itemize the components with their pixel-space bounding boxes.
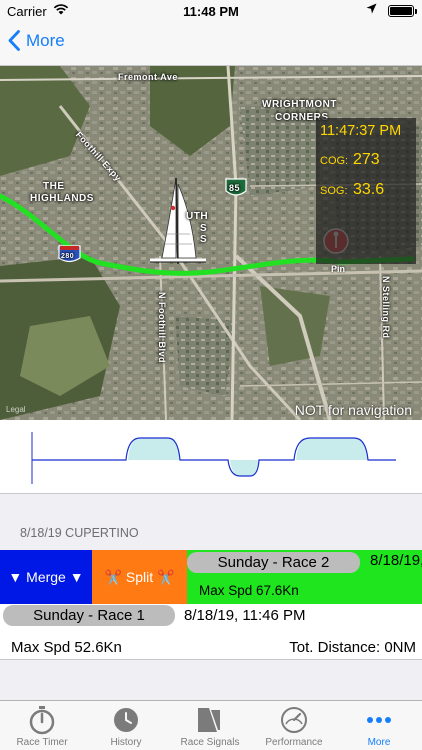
- map-label-south-frag: UTH: [186, 211, 209, 222]
- highway-280-label: 280: [61, 253, 75, 260]
- tab-race-timer[interactable]: Race Timer: [0, 701, 84, 750]
- race-row-swiped[interactable]: ▼ Merge ▼ ✂️ Split ✂️ Sunday - Race 2 8/…: [0, 550, 422, 604]
- map-view[interactable]: Fremont Ave WRIGHTMONT CORNERS Foothill …: [0, 66, 422, 420]
- gauge-icon: [252, 705, 336, 735]
- map-label-foothill-blvd: N Foothill Blvd: [157, 292, 167, 363]
- chevron-left-icon: [8, 30, 20, 51]
- race-max-speed: Max Spd 52.6Kn: [11, 639, 122, 656]
- tab-more[interactable]: More: [336, 701, 422, 750]
- race-name-pill: Sunday - Race 2: [187, 552, 360, 573]
- clock-icon: [84, 705, 168, 735]
- section-header: 8/18/19 CUPERTINO: [20, 526, 139, 540]
- pin-label: Pin: [331, 264, 346, 274]
- tab-label: Performance: [265, 737, 323, 748]
- navigation-bar: More: [0, 22, 422, 66]
- race-total-distance: Tot. Distance: 0NM: [289, 639, 416, 656]
- status-bar: Carrier 11:48 PM: [0, 0, 422, 22]
- race-row[interactable]: Sunday - Race 1 8/18/19, 11:46 PM Max Sp…: [0, 604, 422, 660]
- app-screen: Carrier 11:48 PM More Fremont Ave WRIGHT…: [0, 0, 422, 750]
- race-date: 8/18/19,: [370, 552, 422, 569]
- split-button[interactable]: ✂️ Split ✂️: [92, 550, 187, 604]
- telemetry-readout: 11:47:37 PM COG: 273 SOG: 33.6: [316, 118, 416, 264]
- more-dots-icon: [336, 705, 422, 735]
- tab-race-signals[interactable]: Race Signals: [168, 701, 252, 750]
- cog-value: 273: [353, 151, 380, 168]
- sog-value: 33.6: [353, 181, 385, 198]
- race-date: 8/18/19, 11:46 PM: [184, 607, 306, 624]
- back-button[interactable]: More: [8, 30, 65, 51]
- navigation-disclaimer: NOT for navigation: [294, 402, 412, 418]
- race-max-speed: Max Spd 67.6Kn: [199, 583, 299, 598]
- tab-label: History: [110, 737, 142, 748]
- merge-button[interactable]: ▼ Merge ▼: [0, 550, 92, 604]
- tab-history[interactable]: History: [84, 701, 168, 750]
- speed-profile[interactable]: [0, 420, 422, 494]
- stopwatch-icon: [0, 705, 84, 735]
- readout-time: 11:47:37 PM: [320, 123, 402, 139]
- map-label-fremont-ave: Fremont Ave: [118, 72, 178, 82]
- tab-label: More: [367, 737, 391, 748]
- map-label-the: THE: [43, 181, 65, 192]
- tab-bar: Race Timer History Race Signals Performa…: [0, 700, 422, 750]
- tab-label: Race Signals: [180, 737, 240, 748]
- race-name-pill: Sunday - Race 1: [3, 605, 175, 626]
- map-label-stelling-rd: N Stelling Rd: [381, 276, 391, 339]
- map-label-wrightmont: WRIGHTMONT: [262, 99, 337, 110]
- cog-label: COG:: [320, 155, 349, 167]
- sog-label: SOG:: [320, 185, 348, 197]
- speed-profile-graph: [31, 432, 396, 484]
- flag-icon: [168, 705, 252, 735]
- map-legal-link[interactable]: Legal: [6, 405, 26, 414]
- location-arrow-icon: [366, 3, 377, 17]
- race-cell-race-2[interactable]: Sunday - Race 2 8/18/19, Max Spd 67.6Kn: [187, 550, 422, 604]
- battery-icon: [388, 5, 417, 17]
- tab-label: Race Timer: [16, 737, 68, 748]
- map-label-highlands: HIGHLANDS: [30, 193, 94, 204]
- tab-performance[interactable]: Performance: [252, 701, 336, 750]
- status-time: 11:48 PM: [183, 4, 239, 19]
- highway-85-label: 85: [229, 183, 241, 193]
- back-button-label: More: [26, 30, 65, 50]
- map-label-south-frag3: S: [200, 234, 208, 245]
